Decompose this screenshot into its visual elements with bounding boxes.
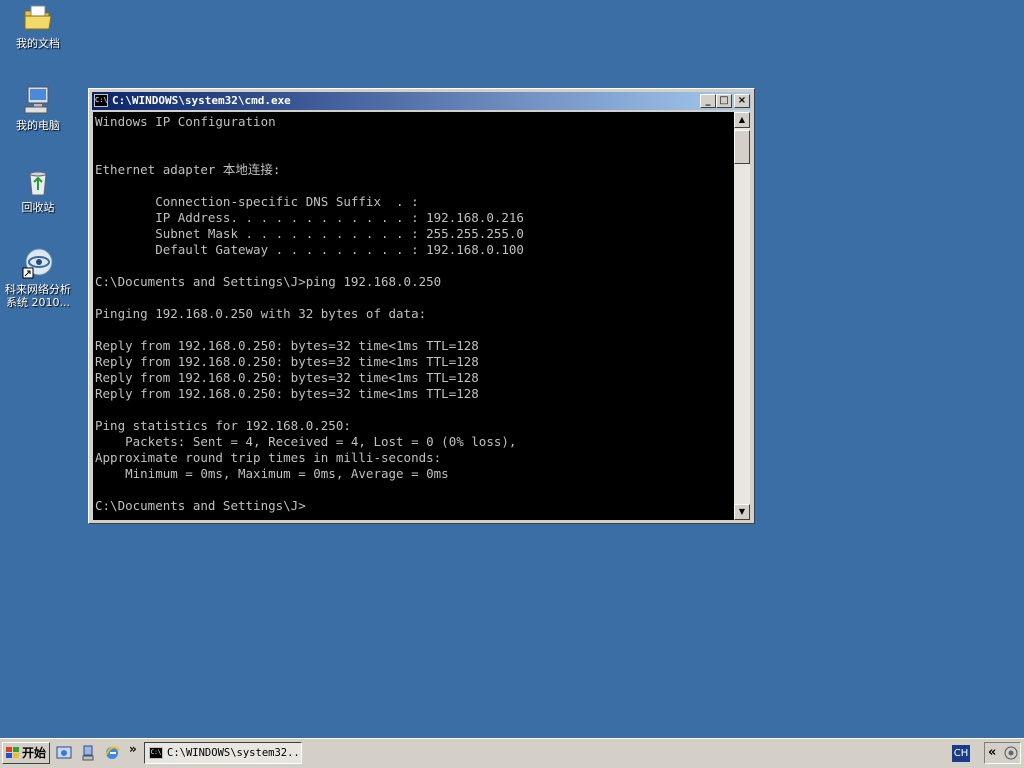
scroll-up-button[interactable]: ▲ bbox=[734, 112, 750, 128]
network-tool-icon[interactable] bbox=[80, 745, 96, 761]
console-line: Reply from 192.168.0.250: bytes=32 time<… bbox=[95, 354, 479, 369]
desktop-icon-label: 我的文档 bbox=[16, 37, 60, 50]
tray-expand-icon[interactable]: « bbox=[988, 745, 996, 761]
window-title: C:\WINDOWS\system32\cmd.exe bbox=[112, 94, 291, 107]
desktop-icon-my-computer[interactable]: 我的电脑 bbox=[0, 84, 76, 132]
taskbar: 开始 » C:\ C:\WINDOWS\system32... CH « bbox=[0, 738, 1024, 768]
start-button[interactable]: 开始 bbox=[2, 742, 50, 764]
desktop-icon-network-analyzer[interactable]: 科来网络分析 系统 2010... bbox=[0, 248, 76, 309]
desktop-icon-label: 我的电脑 bbox=[16, 119, 60, 132]
vertical-scrollbar[interactable]: ▲ ▼ bbox=[734, 112, 750, 520]
console-line: Default Gateway . . . . . . . . . : 192.… bbox=[95, 242, 524, 257]
taskbar-item-cmd[interactable]: C:\ C:\WINDOWS\system32... bbox=[144, 742, 302, 764]
windows-flag-icon bbox=[6, 747, 19, 758]
cmd-app-icon[interactable]: C:\ bbox=[94, 94, 108, 107]
computer-icon bbox=[24, 86, 49, 114]
scroll-down-button[interactable]: ▼ bbox=[734, 504, 750, 520]
network-analyzer-icon bbox=[22, 248, 53, 279]
console-line: Connection-specific DNS Suffix . : bbox=[95, 194, 419, 209]
cmd-window[interactable]: C:\ C:\WINDOWS\system32\cmd.exe _ □ × Wi… bbox=[88, 88, 755, 524]
start-label: 开始 bbox=[22, 746, 47, 760]
system-tray: « bbox=[984, 742, 1021, 764]
console-line: Packets: Sent = 4, Received = 4, Lost = … bbox=[95, 434, 517, 449]
console-line: Ping statistics for 192.168.0.250: bbox=[95, 418, 351, 433]
recycle-bin-icon bbox=[29, 171, 47, 196]
speaker-icon[interactable] bbox=[1004, 746, 1018, 760]
console-line: Reply from 192.168.0.250: bytes=32 time<… bbox=[95, 370, 479, 385]
desktop-icon-label-line2: 系统 2010... bbox=[6, 296, 70, 309]
console-line: Reply from 192.168.0.250: bytes=32 time<… bbox=[95, 338, 479, 353]
internet-explorer-icon[interactable] bbox=[104, 745, 120, 761]
console-line: Windows IP Configuration bbox=[95, 114, 276, 129]
console-line: Minimum = 0ms, Maximum = 0ms, Average = … bbox=[95, 466, 449, 481]
console-output[interactable]: Windows IP Configuration Ethernet adapte… bbox=[93, 112, 734, 520]
taskbar-item-label: C:\WINDOWS\system32... bbox=[167, 747, 302, 759]
close-button[interactable]: × bbox=[734, 94, 750, 108]
language-indicator[interactable]: CH bbox=[952, 745, 970, 762]
desktop-icon-recycle-bin[interactable]: 回收站 bbox=[0, 166, 76, 214]
minimize-button[interactable]: _ bbox=[700, 94, 716, 108]
console-line: Pinging 192.168.0.250 with 32 bytes of d… bbox=[95, 306, 427, 321]
console-line: Ethernet adapter 本地连接: bbox=[95, 162, 281, 177]
desktop-icon-my-documents[interactable]: 我的文档 bbox=[0, 2, 76, 50]
window-titlebar[interactable]: C:\ C:\WINDOWS\system32\cmd.exe _ □ × bbox=[92, 92, 751, 110]
show-desktop-icon[interactable] bbox=[56, 745, 72, 761]
desktop-icon-label: 回收站 bbox=[21, 201, 55, 214]
folder-documents-icon bbox=[24, 5, 52, 30]
maximize-button[interactable]: □ bbox=[716, 94, 732, 108]
console-line: Approximate round trip times in milli-se… bbox=[95, 450, 442, 465]
console-line: C:\Documents and Settings\J> bbox=[95, 498, 306, 513]
console-line: IP Address. . . . . . . . . . . . : 192.… bbox=[95, 210, 524, 225]
console-line: Reply from 192.168.0.250: bytes=32 time<… bbox=[95, 386, 479, 401]
console-line: C:\Documents and Settings\J>ping 192.168… bbox=[95, 274, 442, 289]
scroll-thumb[interactable] bbox=[734, 130, 750, 164]
cmd-small-icon: C:\ bbox=[149, 747, 163, 759]
desktop-icon-label-line1: 科来网络分析 bbox=[5, 283, 71, 296]
console-line: Subnet Mask . . . . . . . . . . . : 255.… bbox=[95, 226, 524, 241]
quicklaunch-more-icon[interactable]: » bbox=[129, 742, 137, 756]
